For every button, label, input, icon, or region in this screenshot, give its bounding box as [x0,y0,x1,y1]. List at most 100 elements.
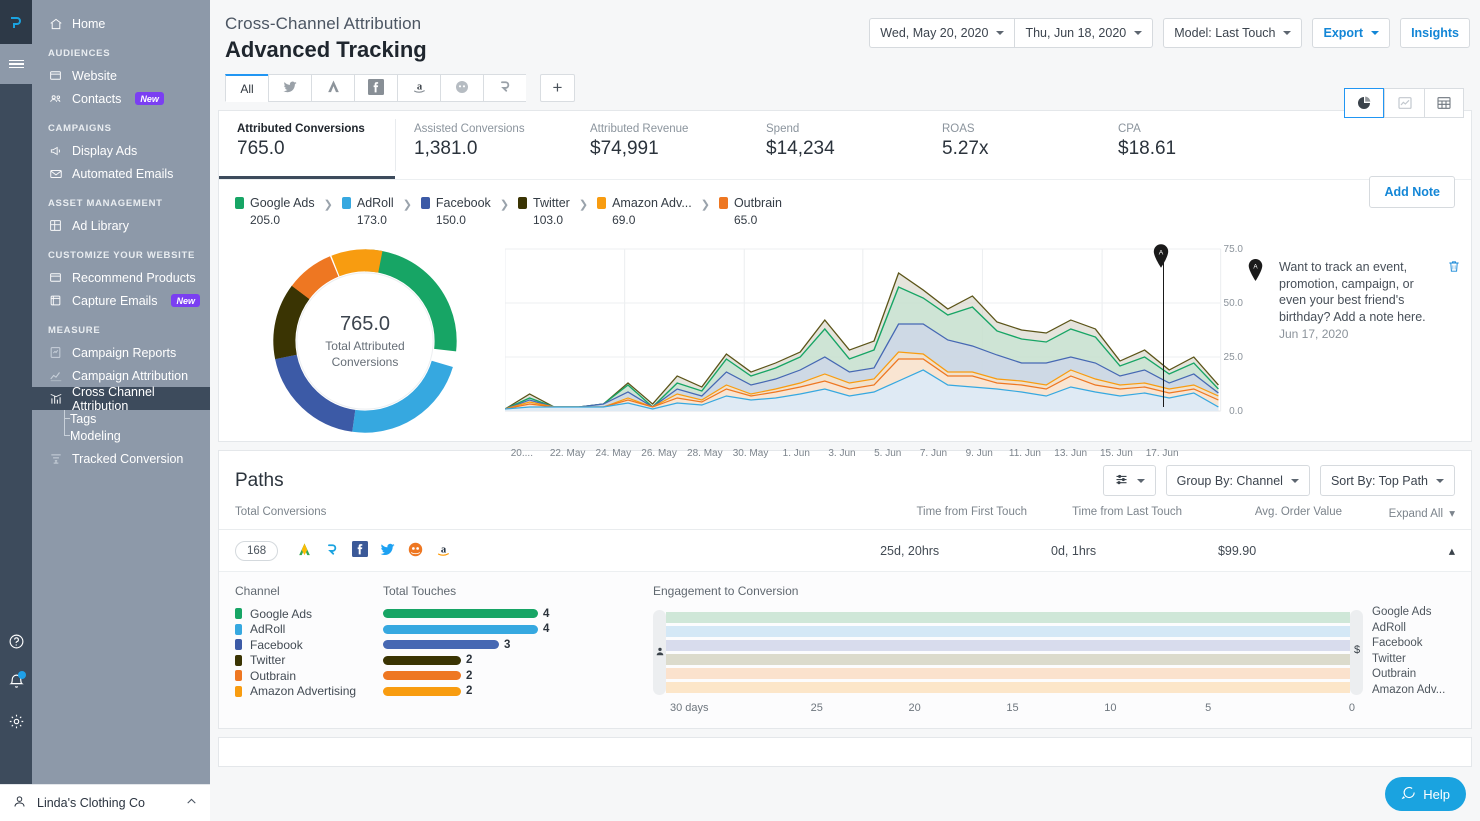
kpi-cpa[interactable]: CPA $18.61 [1100,111,1276,179]
pie-chart-icon[interactable] [1344,88,1384,118]
add-note-button[interactable]: Add Note [1369,176,1455,208]
chevron-down-icon [1137,479,1145,483]
export-button[interactable]: Export [1312,18,1390,48]
chain-item-facebook[interactable]: Facebook 150.0 [421,196,491,227]
chevron-down-icon [1371,31,1379,35]
model-select[interactable]: Model: Last Touch [1163,18,1302,48]
gear-icon[interactable] [0,701,32,741]
help-circle-icon[interactable] [0,621,32,661]
chain-value: 205.0 [250,213,315,227]
person-icon-handle[interactable] [653,610,666,695]
table-row[interactable]: 168 [219,530,1471,572]
rail-bottom-icons [0,621,32,741]
kpi-value: $14,234 [766,138,924,160]
chevron-down-icon [1291,479,1299,483]
sidebar-item-recommend-products[interactable]: Recommend Products [32,266,210,289]
x-axis-tick: 25 [768,702,866,714]
table-icon[interactable] [1424,88,1464,118]
kpi-label: CPA [1118,123,1276,135]
channel-name: AdRoll [250,622,285,636]
area-chart[interactable]: A 75.0 50.0 25.0 0.0 20.... 22. May 24. … [505,241,1243,441]
kpi-assisted-conversions[interactable]: Assisted Conversions 1,381.0 [396,111,572,179]
bar-value: 2 [466,670,472,682]
sidebar-item-automated-emails[interactable]: Automated Emails [32,162,210,185]
donut-chart[interactable]: 765.0 Total AttributedConversions [225,241,505,441]
color-swatch [719,197,728,209]
chain-value: 69.0 [612,213,692,227]
svg-text:a: a [441,544,447,555]
sidebar-item-capture-emails[interactable]: Capture Emails New [32,289,210,312]
date-end-picker[interactable]: Thu, Jun 18, 2020 [1014,18,1153,48]
twitter-icon [282,79,298,98]
chevron-down-icon [1436,479,1444,483]
tab-all[interactable]: All [225,74,268,102]
expand-all-label: Expand All [1389,508,1443,520]
sidebar-subitem-modeling[interactable]: Modeling [70,427,210,444]
tab-facebook[interactable] [354,74,397,102]
group-by-select[interactable]: Group By: Channel [1166,465,1310,496]
chain-item-twitter[interactable]: Twitter 103.0 [518,196,570,227]
tab-amazon[interactable]: a [397,74,440,102]
color-swatch [235,624,242,635]
chain-item-adroll[interactable]: AdRoll 173.0 [342,196,394,227]
bar-value: 2 [466,654,472,666]
hamburger-menu-icon[interactable] [0,44,32,84]
add-channel-button[interactable]: + [540,74,575,102]
sidebar-subnav: Tags Modeling [32,410,210,444]
sidebar-subitem-tags[interactable]: Tags [70,410,210,427]
sidebar-item-label: Cross Channel Attribution [72,385,210,413]
chain-item-amazon[interactable]: Amazon Adv... 69.0 [597,196,692,227]
sidebar-item-ad-library[interactable]: Ad Library [32,214,210,237]
bell-icon[interactable] [0,661,32,701]
sidebar-item-website[interactable]: Website [32,64,210,87]
next-path-row-partial[interactable] [218,737,1472,767]
path-icon-sequence: a [296,541,452,561]
kpi-attributed-conversions[interactable]: Attributed Conversions 765.0 [219,111,395,179]
sidebar-item-tracked-conversion[interactable]: Tracked Conversion [32,447,210,470]
view-toggle-group [1344,88,1464,118]
bar-row: 2 [383,653,593,669]
date-start-picker[interactable]: Wed, May 20, 2020 [869,18,1014,48]
insights-button[interactable]: Insights [1400,18,1470,48]
chain-item-google-ads[interactable]: Google Ads 205.0 [235,196,315,227]
sort-by-select[interactable]: Sort By: Top Path [1320,465,1455,496]
x-axis-tick: 7. Jun [911,448,957,459]
kpi-spend[interactable]: Spend $14,234 [748,111,924,179]
kpi-roas[interactable]: ROAS 5.27x [924,111,1100,179]
tab-adroll-a[interactable] [311,74,354,102]
trash-icon[interactable] [1447,259,1461,279]
tab-adroll-swoosh[interactable] [483,74,526,102]
chain-item-outbrain[interactable]: Outbrain 65.0 [719,196,782,227]
etc-bar-google-ads [666,612,1350,623]
note-panel: A Want to track an event, promotion, cam… [1243,241,1471,441]
filter-button[interactable] [1103,465,1156,496]
etc-legend-item: AdRoll [1372,622,1455,638]
chevron-right-icon: ❯ [403,196,412,211]
tab-twitter[interactable] [268,74,311,102]
note-text: Want to track an event, promotion, campa… [1279,259,1437,325]
x-axis-tick: 1. Jun [773,448,819,459]
dollar-icon: $ [1354,644,1360,656]
line-chart-icon[interactable] [1384,88,1424,118]
sidebar-item-cross-channel-attribution[interactable]: Cross Channel Attribution [32,387,210,410]
tab-outbrain[interactable] [440,74,483,102]
sidebar-item-campaign-reports[interactable]: Campaign Reports [32,341,210,364]
app-logo[interactable] [0,0,32,44]
sidebar-item-label: Contacts [72,92,121,106]
dollar-icon-handle[interactable]: $ [1350,610,1363,695]
chevron-up-icon [185,795,198,811]
adroll-swoosh-icon [497,78,514,98]
account-switcher[interactable]: Linda's Clothing Co [0,784,210,821]
donut-total-value: 765.0 [325,313,404,336]
paths-card: Paths Group By: Channel Sort By: Top Pat… [218,450,1472,729]
expand-all-button[interactable]: Expand All ▾ [1342,506,1455,520]
funnel-icon [48,451,63,466]
adroll-a-icon [296,541,313,561]
sidebar-item-home[interactable]: Home [32,12,210,35]
sidebar-item-contacts[interactable]: Contacts New [32,87,210,110]
row-collapse-toggle[interactable]: ▴ [1256,543,1455,558]
sidebar-item-display-ads[interactable]: Display Ads [32,139,210,162]
sidebar-item-label: Ad Library [72,219,129,233]
kpi-attributed-revenue[interactable]: Attributed Revenue $74,991 [572,111,748,179]
help-button[interactable]: Help [1385,777,1466,811]
